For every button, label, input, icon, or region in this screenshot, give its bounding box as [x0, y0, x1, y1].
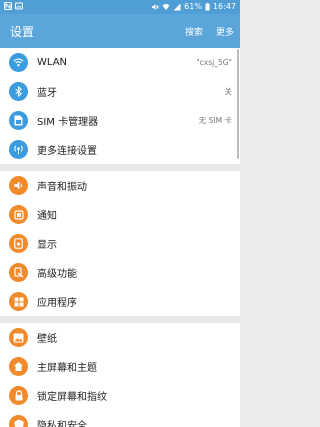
battery-icon: [205, 2, 210, 10]
row-label: 高级功能: [37, 269, 77, 280]
privacy-icon: [9, 415, 28, 427]
notification-icon: [9, 205, 28, 224]
row-display[interactable]: 显示: [0, 229, 240, 258]
row-label: WLAN: [37, 57, 68, 68]
row-label: 蓝牙: [37, 88, 57, 99]
row-label: 壁纸: [37, 334, 57, 345]
n-icon: [4, 2, 12, 10]
row-home-theme[interactable]: 主屏幕和主题: [0, 352, 240, 381]
apps-icon: [9, 292, 28, 311]
wallpaper-icon: [9, 328, 28, 347]
row-advanced-features[interactable]: 高级功能: [0, 258, 240, 287]
row-value: "cxsj_5G": [196, 58, 232, 67]
row-bluetooth[interactable]: 蓝牙 关: [0, 77, 240, 106]
settings-list: WLAN "cxsj_5G" 蓝牙 关 SIM 卡管理器 无 SIM 卡 更多连…: [0, 48, 240, 427]
row-value: 关: [224, 87, 233, 96]
section-personalization: 壁纸 主屏幕和主题 锁定屏幕和指纹 隐私和安全: [0, 323, 240, 427]
row-wlan[interactable]: WLAN "cxsj_5G": [0, 48, 240, 77]
row-value: 无 SIM 卡: [198, 116, 232, 125]
wifi-signal-icon: [162, 3, 170, 10]
sim-card-icon: [9, 111, 28, 130]
row-lock-screen[interactable]: 锁定屏幕和指纹: [0, 381, 240, 410]
row-label: 应用程序: [37, 298, 77, 309]
row-applications[interactable]: 应用程序: [0, 287, 240, 316]
row-wallpaper[interactable]: 壁纸: [0, 323, 240, 352]
sound-icon: [9, 176, 28, 195]
more-button[interactable]: 更多: [216, 25, 234, 38]
battery-percent: 61%: [184, 2, 202, 11]
bluetooth-icon: [9, 82, 28, 101]
status-left-icons: [4, 2, 23, 10]
mute-icon: [152, 3, 159, 10]
connections-icon: [9, 140, 28, 159]
page-title: 设置: [10, 25, 35, 39]
row-label: 显示: [37, 240, 57, 251]
row-sim-manager[interactable]: SIM 卡管理器 无 SIM 卡: [0, 106, 240, 135]
lock-screen-icon: [9, 386, 28, 405]
row-notifications[interactable]: 通知: [0, 200, 240, 229]
row-label: SIM 卡管理器: [37, 117, 99, 128]
row-privacy[interactable]: 隐私和安全: [0, 410, 240, 427]
section-device: 声音和振动 通知 显示 高级功能 应用程序: [0, 171, 240, 316]
status-bar: 61% 16:47: [0, 0, 240, 14]
image-icon: [15, 2, 23, 10]
row-label: 更多连接设置: [37, 146, 97, 157]
clock: 16:47: [212, 2, 236, 11]
row-label: 通知: [37, 211, 57, 222]
status-right: 61% 16:47: [151, 2, 236, 11]
home-theme-icon: [9, 357, 28, 376]
row-more-connections[interactable]: 更多连接设置: [0, 135, 240, 164]
search-button[interactable]: 搜索: [185, 25, 203, 38]
row-label: 锁定屏幕和指纹: [37, 392, 107, 403]
row-sound[interactable]: 声音和振动: [0, 171, 240, 200]
row-label: 主屏幕和主题: [37, 363, 97, 374]
section-divider: [0, 316, 240, 323]
advanced-features-icon: [9, 263, 28, 282]
section-connections: WLAN "cxsj_5G" 蓝牙 关 SIM 卡管理器 无 SIM 卡 更多连…: [0, 48, 240, 164]
row-label: 声音和振动: [37, 182, 87, 193]
cell-signal-icon: [173, 3, 181, 10]
wifi-icon: [9, 53, 28, 72]
app-bar: 设置 搜索 更多: [0, 14, 240, 48]
display-icon: [9, 234, 28, 253]
row-label: 隐私和安全: [37, 421, 87, 427]
scrollbar[interactable]: [237, 49, 239, 159]
section-divider: [0, 164, 240, 171]
